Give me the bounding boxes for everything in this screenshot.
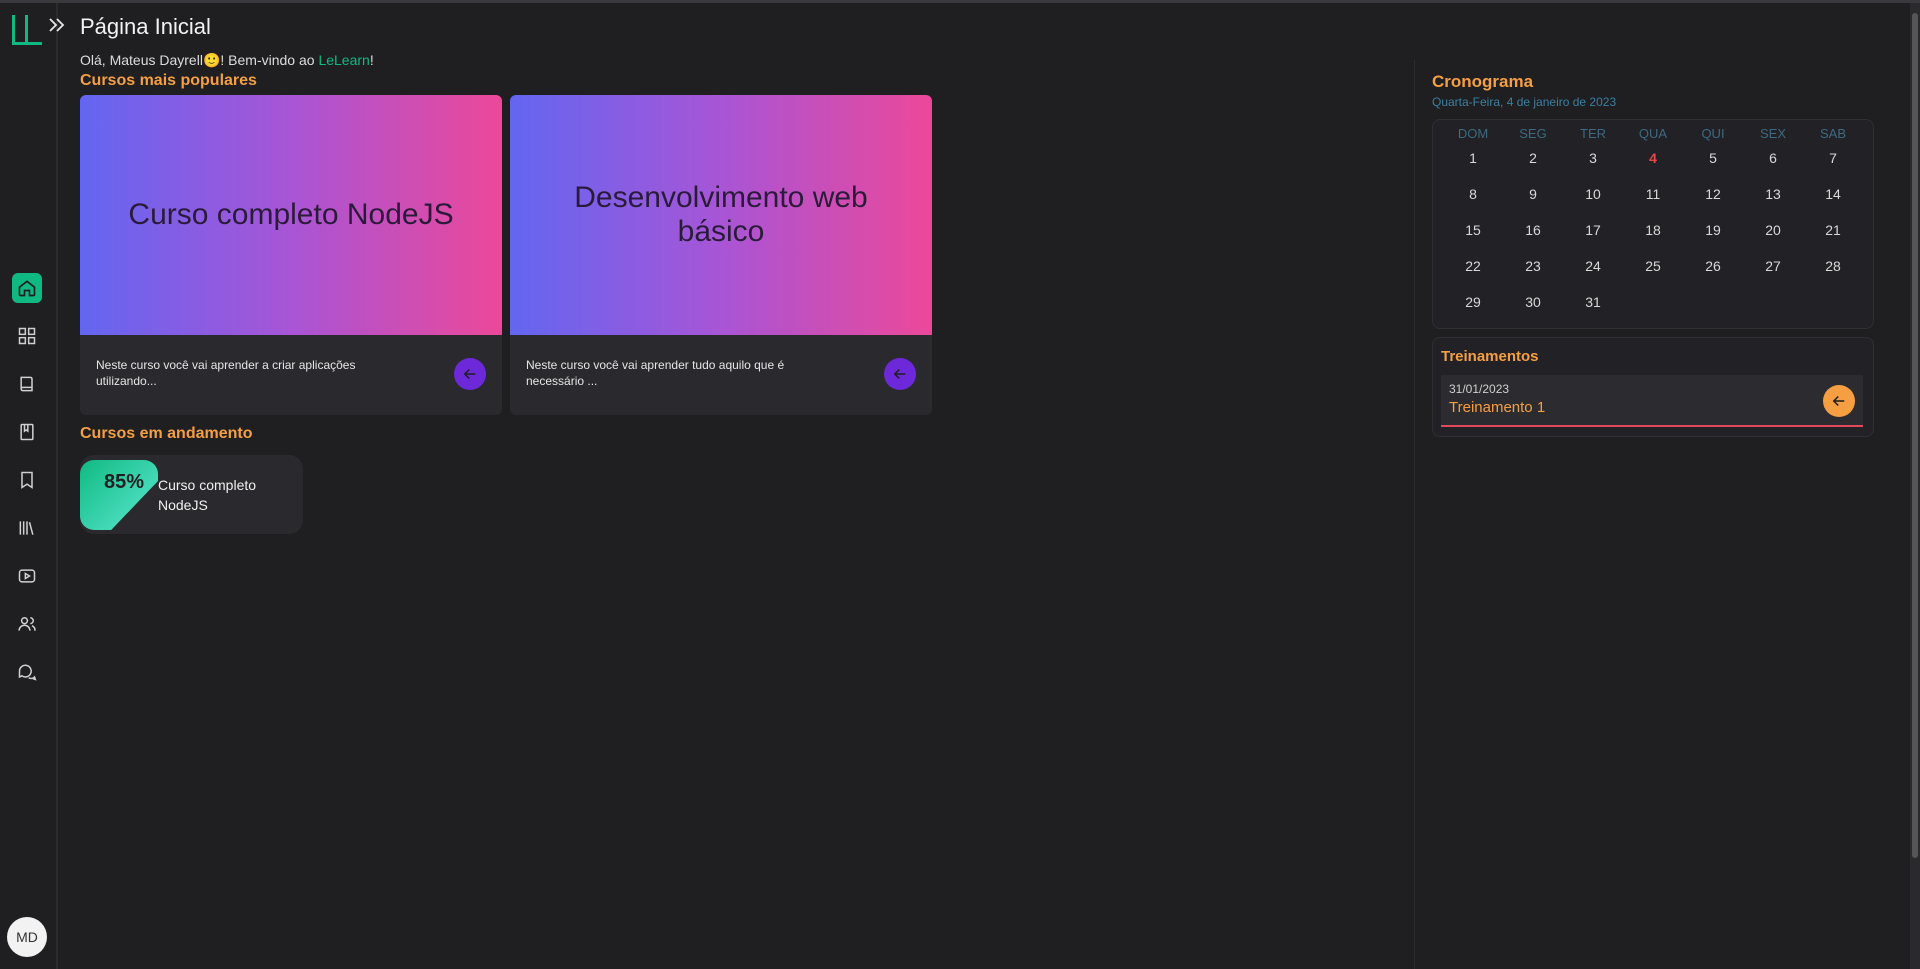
calendar-day[interactable]: 11 (1623, 186, 1683, 202)
sidebar: MD (0, 3, 58, 969)
popular-courses-title: Cursos mais populares (80, 72, 257, 89)
calendar-day[interactable]: 13 (1743, 186, 1803, 202)
video-icon[interactable] (12, 561, 42, 591)
bookmark-icon[interactable] (12, 465, 42, 495)
weekday-header: SEG (1519, 126, 1547, 141)
calendar-day[interactable]: 23 (1503, 258, 1563, 274)
calendar-day[interactable]: 8 (1443, 186, 1503, 202)
weekday-header: QUI (1701, 126, 1725, 141)
page-title: Página Inicial (80, 14, 211, 39)
calendar-day[interactable]: 19 (1683, 222, 1743, 238)
calendar-day[interactable]: 2 (1503, 150, 1563, 166)
calendar-day[interactable]: 14 (1803, 186, 1863, 202)
training-date: 31/01/2023 (1449, 382, 1510, 396)
in-progress-title: Cursos em andamento (80, 425, 253, 442)
calendar-day[interactable]: 17 (1563, 222, 1623, 238)
calendar-day[interactable]: 24 (1563, 258, 1623, 274)
calendar-day[interactable]: 6 (1743, 150, 1803, 166)
schedule-title: Cronograma (1432, 72, 1534, 91)
weekday-header: SEX (1759, 126, 1786, 141)
calendar-day[interactable]: 3 (1563, 150, 1623, 166)
course-description: Neste curso você vai aprender a criar ap… (96, 358, 356, 388)
book-icon[interactable] (12, 417, 42, 447)
course-card[interactable]: Curso completo NodeJS Neste curso você v… (80, 95, 502, 415)
in-progress-course-card[interactable]: 85% Curso completo NodeJS (80, 455, 303, 534)
arrow-left-icon (1832, 395, 1845, 407)
training-name: Treinamento 1 (1449, 399, 1546, 416)
calendar-day[interactable]: 16 (1503, 222, 1563, 238)
calendar-day[interactable]: 30 (1503, 294, 1563, 310)
lelearn-logo[interactable] (12, 15, 42, 45)
open-course-button[interactable] (454, 358, 486, 390)
calendar-day[interactable]: 28 (1803, 258, 1863, 274)
open-training-button[interactable] (1823, 385, 1855, 417)
calendar-day[interactable]: 25 (1623, 258, 1683, 274)
calendar-day[interactable]: 10 (1563, 186, 1623, 202)
calendar-day[interactable]: 7 (1803, 150, 1863, 166)
users-icon[interactable] (12, 609, 42, 639)
library-icon[interactable] (12, 513, 42, 543)
calendar-day[interactable]: 27 (1743, 258, 1803, 274)
weekday-header: TER (1580, 126, 1606, 141)
calendar-day[interactable]: 26 (1683, 258, 1743, 274)
calendar-day[interactable]: 1 (1443, 150, 1503, 166)
home-icon[interactable] (12, 273, 42, 303)
weekday-header: DOM (1457, 126, 1489, 141)
brand-name: LeLearn (318, 52, 370, 68)
trainings-title: Treinamentos (1441, 348, 1539, 365)
course-description: Neste curso você vai aprender tudo aquil… (526, 358, 785, 388)
book-open-icon[interactable] (12, 369, 42, 399)
calendar-day[interactable]: 18 (1623, 222, 1683, 238)
calendar-day[interactable]: 9 (1503, 186, 1563, 202)
calendar-day[interactable]: 21 (1803, 222, 1863, 238)
expand-sidebar-icon[interactable] (48, 16, 66, 34)
calendar-day[interactable]: 4 (1623, 150, 1683, 166)
top-border (0, 0, 1920, 3)
arrow-left-icon (893, 368, 906, 380)
calendar-day[interactable]: 31 (1563, 294, 1623, 310)
smile-emoji: 🙂 (202, 52, 221, 68)
trainings-panel: Treinamentos 31/01/2023 Treinamento 1 (1432, 337, 1874, 437)
calendar-day[interactable]: 5 (1683, 150, 1743, 166)
calendar-day[interactable]: 20 (1743, 222, 1803, 238)
weekday-header: SAB (1819, 126, 1846, 141)
panel-divider (1414, 60, 1415, 969)
progress-percent: 85% (104, 471, 145, 493)
course-banner: Desenvolvimento web básico (510, 95, 932, 335)
schedule-date: Quarta-Feira, 4 de janeiro de 2023 (1432, 95, 1617, 109)
training-item[interactable]: 31/01/2023 Treinamento 1 (1441, 375, 1863, 427)
grid-icon[interactable] (12, 321, 42, 351)
in-progress-course-name: Curso completo NodeJS (158, 477, 257, 513)
calendar: DOM SEG TER QUA QUI SEX SAB 1 2 3 4 5 6 7 8 9 10 1… (1432, 119, 1874, 329)
open-course-button[interactable] (884, 358, 916, 390)
calendar-day[interactable]: 15 (1443, 222, 1503, 238)
course-card[interactable]: Desenvolvimento web básico Neste curso v… (510, 95, 932, 415)
scrollbar[interactable] (1910, 3, 1920, 969)
user-avatar[interactable]: MD (7, 917, 47, 957)
welcome-message: Olá, Mateus Dayrell🙂! Bem-vindo ao LeLea… (80, 52, 374, 68)
chat-icon[interactable] (12, 657, 42, 687)
scrollbar-thumb[interactable] (1912, 13, 1918, 858)
calendar-day[interactable]: 29 (1443, 294, 1503, 310)
course-banner: Curso completo NodeJS (80, 95, 502, 335)
calendar-day[interactable]: 22 (1443, 258, 1503, 274)
calendar-day[interactable]: 12 (1683, 186, 1743, 202)
weekday-header: QUA (1638, 126, 1668, 141)
arrow-left-icon (463, 368, 476, 380)
